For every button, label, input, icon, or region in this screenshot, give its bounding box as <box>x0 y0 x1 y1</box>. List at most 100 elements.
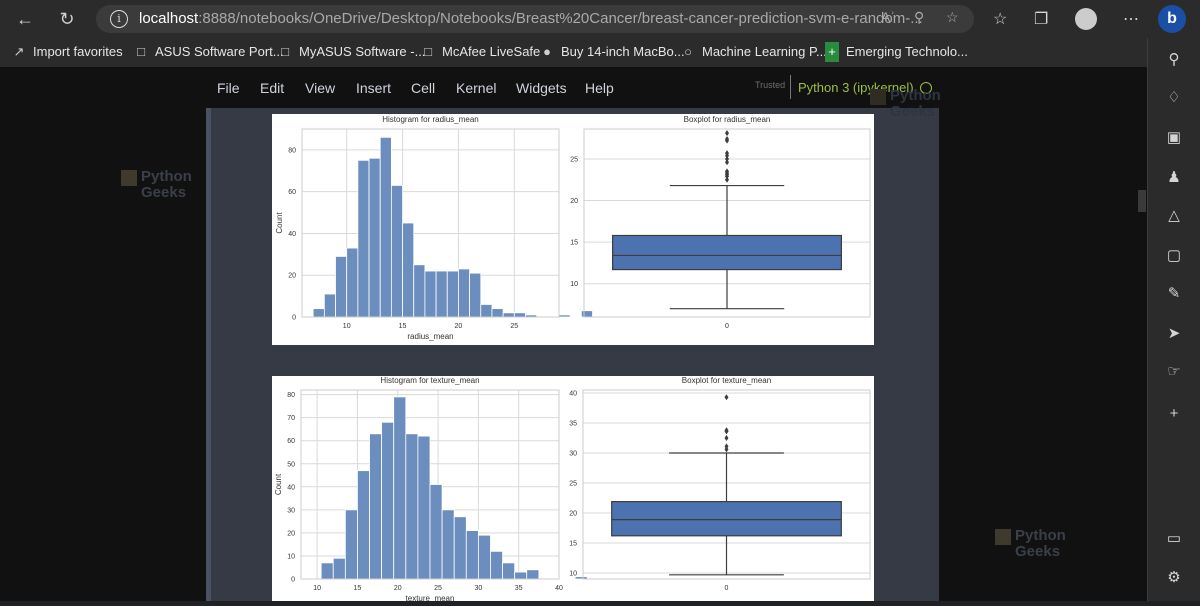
histogram-bar <box>458 268 471 318</box>
histogram-bar <box>429 484 443 580</box>
y-tick-label: 60 <box>288 189 296 196</box>
settings-gear-icon[interactable]: ⚙ <box>1164 568 1184 588</box>
x-axis-label: texture_mean <box>406 594 455 601</box>
address-bar[interactable]: i localhost:8888/notebooks/OneDrive/Desk… <box>96 5 974 33</box>
histogram-bar <box>441 509 455 580</box>
outlier-point <box>724 443 729 450</box>
y-tick-label: 0 <box>292 315 296 322</box>
games-icon[interactable]: ♟ <box>1164 168 1184 188</box>
watermark-text: Python <box>890 87 941 104</box>
menu-edit[interactable]: Edit <box>260 80 284 96</box>
y-tick-label: 70 <box>287 415 295 422</box>
menu-kernel[interactable]: Kernel <box>456 80 496 96</box>
favorites-icon[interactable]: ☆ <box>993 9 1007 29</box>
add-favorite-icon[interactable]: ☆ <box>946 9 959 26</box>
profile-avatar[interactable] <box>1075 8 1097 30</box>
y-axis-label: Count <box>274 473 283 495</box>
read-aloud-icon[interactable]: Aʾ <box>881 9 895 25</box>
x-axis-label: radius_mean <box>407 332 453 341</box>
outlook-icon[interactable]: ▢ <box>1164 246 1184 266</box>
green-plus-icon: + <box>825 42 839 62</box>
x-tick-label: 10 <box>313 585 321 592</box>
histogram-bar <box>453 516 467 580</box>
zoom-icon[interactable]: ⚲ <box>914 9 924 26</box>
texture-charts: Histogram for texture_mean 0 10 20 30 40 50 60 7… <box>274 376 871 603</box>
watermark-logo: Python Geeks <box>870 87 941 119</box>
search-icon[interactable]: ⚲ <box>1164 50 1184 70</box>
favorite-item[interactable]: ○ Machine Learning P... <box>681 42 827 62</box>
favorite-label: Buy 14-inch MacBo... <box>561 44 685 59</box>
page-icon: □ <box>281 44 289 59</box>
chart-title: Histogram for texture_mean <box>380 376 479 385</box>
y-tick-label: 20 <box>570 198 578 205</box>
add-icon[interactable]: + <box>1164 404 1184 424</box>
histogram-bar <box>323 293 336 318</box>
briefcase-icon[interactable]: ▣ <box>1164 128 1184 148</box>
histogram-bar <box>580 310 593 318</box>
drop-icon[interactable]: ✎ <box>1164 284 1184 304</box>
x-tick-label: 10 <box>343 323 351 330</box>
histogram-bar <box>435 270 448 318</box>
favorite-item[interactable]: + Emerging Technolo... <box>825 42 968 62</box>
histogram-bar <box>335 256 348 318</box>
favorite-item[interactable]: □ MyASUS Software -... <box>278 42 425 62</box>
apple-icon: ● <box>543 44 551 59</box>
chart-title: Boxplot for radius_mean <box>684 115 771 124</box>
y-axis-label: Count <box>275 212 284 234</box>
jupyter-menubar: File Edit View Insert Cell Kernel Widget… <box>0 67 1147 108</box>
menu-help[interactable]: Help <box>585 80 614 96</box>
favorite-item[interactable]: □ ASUS Software Port... <box>134 42 284 62</box>
favorite-label: McAfee LiveSafe <box>442 44 541 59</box>
y-tick-label: 0 <box>291 577 295 584</box>
histogram-bar <box>513 312 526 318</box>
refresh-icon[interactable]: ↻ <box>56 8 78 30</box>
outlier-point <box>725 130 729 137</box>
histogram-bar <box>424 270 437 318</box>
histogram-bar <box>332 557 346 580</box>
favorite-item[interactable]: ● Buy 14-inch MacBo... <box>540 42 685 62</box>
favorites-bar: ↗ Import favorites □ ASUS Software Port...… <box>0 38 1147 68</box>
menu-insert[interactable]: Insert <box>356 80 391 96</box>
shopping-icon[interactable]: △ <box>1164 206 1184 226</box>
collections-icon[interactable]: ❐ <box>1034 9 1048 29</box>
favorite-item[interactable]: □ McAfee LiveSafe <box>421 42 540 62</box>
browser-toolbar: ← ↻ i localhost:8888/notebooks/OneDrive/… <box>0 0 1200 38</box>
favorite-item[interactable]: ↗ Import favorites <box>12 42 123 62</box>
histogram-bar <box>477 534 491 580</box>
y-tick-label: 40 <box>288 231 296 238</box>
x-tick-label: 20 <box>455 323 463 330</box>
histogram-bar <box>357 159 370 318</box>
y-tick-label: 10 <box>569 571 577 578</box>
outlier-point <box>724 427 729 434</box>
trusted-label[interactable]: Trusted <box>755 80 785 90</box>
url-path: :8888/notebooks/OneDrive/Desktop/Noteboo… <box>198 10 923 27</box>
back-arrow-icon[interactable]: ← <box>14 8 36 30</box>
output-plot-texture: Histogram for texture_mean 0 10 20 30 40 50 60 7… <box>272 376 874 603</box>
watermark-text: Python <box>141 168 192 185</box>
menu-file[interactable]: File <box>217 80 240 96</box>
telegram-icon[interactable]: ➤ <box>1164 324 1184 344</box>
panel-icon[interactable]: ▭ <box>1164 529 1184 549</box>
edge-sidebar: ⚲ ♢ ▣ ♟ △ ▢ ✎ ➤ ☞ + ▭ ⚙ <box>1147 38 1200 601</box>
output-plot-radius: Histogram for radius_mean 0 20 40 60 80 10 15 20… <box>272 114 874 345</box>
scrollbar-thumb[interactable] <box>1138 190 1146 212</box>
info-icon[interactable]: i <box>110 10 128 28</box>
histogram-bar <box>514 571 528 580</box>
tag-icon[interactable]: ♢ <box>1164 88 1184 108</box>
menu-cell[interactable]: Cell <box>411 80 435 96</box>
histogram-bar <box>320 562 334 580</box>
y-tick-label: 20 <box>287 530 295 537</box>
y-tick-label: 25 <box>569 481 577 488</box>
histogram-bar <box>465 530 479 580</box>
y-tick-label: 60 <box>287 438 295 445</box>
y-tick-label: 80 <box>288 147 296 154</box>
bell-icon[interactable]: ☞ <box>1164 362 1184 382</box>
bing-icon[interactable]: b <box>1158 5 1186 33</box>
page-icon: □ <box>424 44 432 59</box>
y-tick-label: 30 <box>287 507 295 514</box>
menu-view[interactable]: View <box>305 80 335 96</box>
more-menu-icon[interactable]: ⋯ <box>1123 9 1139 29</box>
x-tick-label: 0 <box>725 585 729 592</box>
menu-widgets[interactable]: Widgets <box>516 80 567 96</box>
y-tick-label: 40 <box>569 391 577 398</box>
